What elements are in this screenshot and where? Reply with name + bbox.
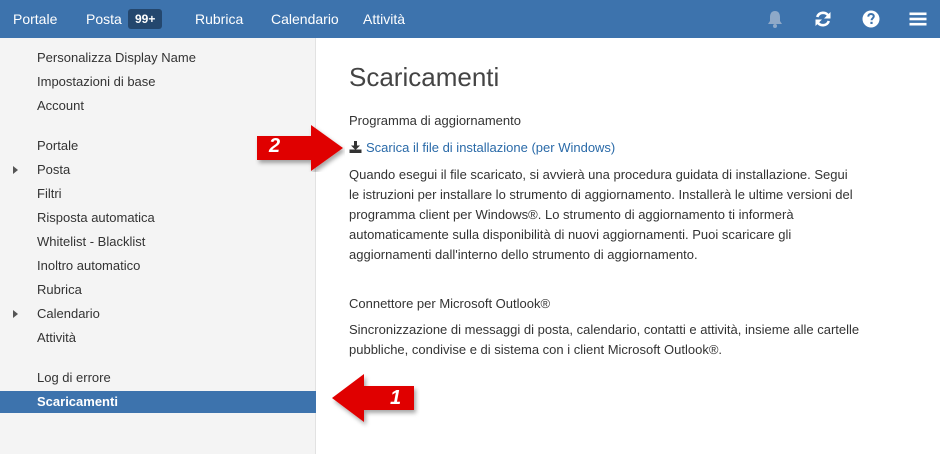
annotation-number-1: 1 (390, 387, 402, 409)
download-icon (349, 141, 362, 153)
nav-calendario[interactable]: Calendario (271, 0, 339, 38)
sidebar-item-account[interactable]: Account (0, 95, 316, 117)
updater-description: Quando esegui il file scaricato, si avvi… (349, 165, 915, 265)
nav-attivita[interactable]: Attività (363, 0, 405, 38)
settings-sidebar: Personalizza Display Name Impostazioni d… (0, 38, 316, 454)
sidebar-item-scaricamenti[interactable]: Scaricamenti (0, 391, 316, 413)
sidebar-item-rubrica[interactable]: Rubrica (0, 279, 316, 301)
outlook-description: Sincronizzazione di messaggi di posta, c… (349, 320, 915, 360)
sidebar-item-attivita[interactable]: Attività (0, 327, 316, 349)
description-line: aggiornamenti dall'interno dello strumen… (349, 247, 698, 262)
expand-caret-icon[interactable] (13, 166, 18, 174)
refresh-icon[interactable] (813, 9, 833, 29)
annotation-arrow-2: 2 (255, 124, 345, 177)
download-installer-link[interactable]: Scarica il file di installazione (per Wi… (349, 140, 615, 155)
top-navigation-bar: Portale Posta 99+ Rubrica Calendario Att… (0, 0, 940, 38)
page-title: Scaricamenti (349, 62, 500, 92)
description-line: le istruzioni per installare lo strument… (349, 187, 853, 202)
sidebar-item-filtri[interactable]: Filtri (0, 183, 316, 205)
nav-portale[interactable]: Portale (13, 0, 57, 38)
bell-icon[interactable] (765, 9, 785, 29)
sidebar-item-whitelist-blacklist[interactable]: Whitelist - Blacklist (0, 231, 316, 253)
mail-count-badge[interactable]: 99+ (128, 9, 163, 29)
annotation-number-2: 2 (269, 135, 281, 157)
sidebar-item-log-di-errore[interactable]: Log di errore (0, 367, 316, 389)
sidebar-item-risposta-automatica[interactable]: Risposta automatica (0, 207, 316, 229)
nav-rubrica[interactable]: Rubrica (195, 0, 243, 38)
sidebar-item-label: Posta (37, 162, 71, 177)
sidebar-item-personalizza-display-name[interactable]: Personalizza Display Name (0, 47, 316, 69)
nav-posta[interactable]: Posta (86, 0, 122, 38)
outlook-section-heading: Connettore per Microsoft Outlook® (349, 296, 551, 311)
help-icon[interactable] (861, 9, 881, 29)
description-line: automaticamente sulla disponibilità di n… (349, 227, 792, 242)
download-link-text[interactable]: Scarica il file di installazione (per Wi… (366, 140, 615, 155)
sidebar-item-impostazioni-di-base[interactable]: Impostazioni di base (0, 71, 316, 93)
updater-section-heading: Programma di aggiornamento (349, 113, 521, 128)
description-line: programma client per Windows®. Lo strume… (349, 207, 794, 222)
menu-icon[interactable] (908, 9, 928, 29)
annotation-arrow-1: 1 (330, 372, 420, 433)
description-line: pubbliche, condivise e di sistema con i … (349, 342, 723, 357)
description-line: Sincronizzazione di messaggi di posta, c… (349, 322, 860, 337)
sidebar-item-inoltro-automatico[interactable]: Inoltro automatico (0, 255, 316, 277)
sidebar-item-calendario[interactable]: Calendario (0, 303, 316, 325)
sidebar-item-label: Calendario (37, 306, 100, 321)
description-line: Quando esegui il file scaricato, si avvi… (349, 167, 848, 182)
expand-caret-icon[interactable] (13, 310, 18, 318)
